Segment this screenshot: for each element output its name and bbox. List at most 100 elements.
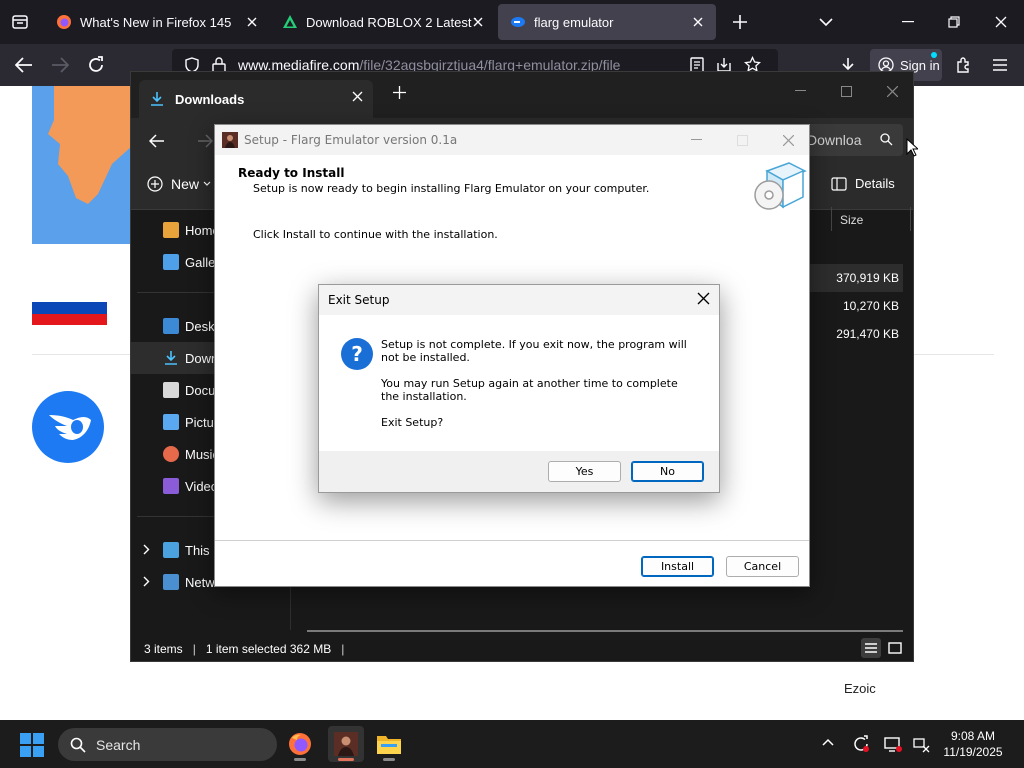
network-disconnected-icon[interactable] xyxy=(912,735,930,753)
details-label: Details xyxy=(855,176,895,191)
music-icon xyxy=(163,446,179,462)
download-arrow-icon xyxy=(151,92,163,106)
restore-icon[interactable] xyxy=(942,10,966,34)
cancel-button[interactable]: Cancel xyxy=(726,556,799,577)
yes-button[interactable]: Yes xyxy=(548,461,621,482)
running-indicator xyxy=(338,758,354,761)
russia-flag-image xyxy=(32,291,107,325)
horizontal-scrollbar[interactable] xyxy=(307,630,903,632)
selection-info: 1 item selected 362 MB xyxy=(205,642,332,656)
tab-label: flarg emulator xyxy=(534,14,614,30)
install-box-icon xyxy=(753,157,807,213)
flarg-app-icon xyxy=(334,732,358,756)
chevron-right-icon[interactable] xyxy=(143,544,150,555)
install-button[interactable]: Install xyxy=(641,556,714,577)
desktop-icon xyxy=(163,318,179,334)
home-icon xyxy=(163,222,179,238)
question-mark-icon: ? xyxy=(341,338,373,370)
ad-label[interactable]: Ezoic xyxy=(844,681,876,696)
file-size: 10,270 KB xyxy=(842,299,899,313)
tab-whats-new[interactable]: What's New in Firefox 145 xyxy=(44,4,270,40)
system-clock[interactable]: 9:08 AM 11/19/2025 xyxy=(938,728,1008,760)
running-indicator xyxy=(383,758,395,761)
tab-flarg-emulator[interactable]: flarg emulator xyxy=(498,4,716,40)
setup-title: Setup - Flarg Emulator version 0.1a xyxy=(244,133,458,147)
file-size: 370,919 KB xyxy=(836,271,899,285)
setup-subheading: Setup is now ready to begin installing F… xyxy=(253,182,650,195)
gallery-icon xyxy=(163,254,179,270)
back-arrow-icon[interactable] xyxy=(12,53,36,77)
close-tab-icon[interactable] xyxy=(468,12,488,32)
minimize-icon[interactable] xyxy=(777,78,823,104)
windows-start-icon[interactable] xyxy=(20,733,44,757)
taskbar-flarg-setup[interactable] xyxy=(328,726,364,762)
browser-tab-bar: What's New in Firefox 145 Download ROBLO… xyxy=(0,0,1024,44)
no-button[interactable]: No xyxy=(631,461,704,482)
tiles-view-icon[interactable] xyxy=(885,638,905,658)
setup-instruction: Click Install to continue with the insta… xyxy=(253,228,498,241)
list-all-tabs-icon[interactable] xyxy=(814,10,838,34)
extensions-icon[interactable] xyxy=(952,53,976,77)
close-icon[interactable] xyxy=(869,78,915,104)
minimize-icon[interactable] xyxy=(896,10,920,34)
tab-label: What's New in Firefox 145 xyxy=(80,14,232,30)
details-pane-button[interactable]: Details xyxy=(831,176,895,191)
setup-button-bar: Install Cancel xyxy=(215,541,809,586)
sync-icon[interactable] xyxy=(852,735,870,753)
exit-dialog-titlebar: Exit Setup xyxy=(319,285,719,315)
maximize-icon[interactable] xyxy=(823,78,869,104)
explorer-titlebar: Downloads xyxy=(131,72,913,118)
chevron-down-icon xyxy=(203,181,211,186)
clock-date: 11/19/2025 xyxy=(943,745,1003,759)
taskbar-search-box[interactable]: Search xyxy=(58,728,277,761)
exit-dialog-button-bar: Yes No xyxy=(319,451,719,492)
tab-roblox[interactable]: Download ROBLOX 2 Latest Ver xyxy=(270,4,496,40)
tab-label: Download ROBLOX 2 Latest Ver xyxy=(306,14,476,30)
clock-time: 9:08 AM xyxy=(950,729,996,743)
plus-circle-icon xyxy=(147,176,163,192)
back-arrow-icon[interactable] xyxy=(149,134,165,148)
forward-arrow-icon[interactable] xyxy=(48,53,72,77)
explorer-status-bar: 3 items | 1 item selected 362 MB | xyxy=(131,636,913,662)
maximize-icon[interactable] xyxy=(732,132,752,148)
apkpure-icon xyxy=(283,15,297,28)
running-indicator xyxy=(294,758,306,761)
documents-icon xyxy=(163,382,179,398)
close-icon[interactable] xyxy=(778,132,798,148)
windows-taskbar: Search 9:08 AM 11/19/2025 xyxy=(0,720,1024,768)
firefox-icon xyxy=(289,733,311,755)
taskbar-firefox[interactable] xyxy=(282,726,318,762)
file-size: 291,470 KB xyxy=(836,327,899,341)
new-button-label: New xyxy=(171,176,200,192)
mediafire-logo-icon[interactable] xyxy=(32,391,104,463)
search-icon xyxy=(880,133,893,146)
close-icon[interactable] xyxy=(697,292,710,305)
flarg-app-icon xyxy=(222,132,238,148)
close-icon[interactable] xyxy=(989,10,1013,34)
search-icon xyxy=(70,737,86,753)
details-view-icon[interactable] xyxy=(861,638,881,658)
forward-arrow-icon[interactable] xyxy=(197,134,213,148)
display-icon[interactable] xyxy=(884,735,902,753)
taskbar-file-explorer[interactable] xyxy=(371,726,407,762)
size-column-header[interactable]: Size xyxy=(831,207,911,231)
network-icon xyxy=(163,574,179,590)
close-tab-icon[interactable] xyxy=(688,12,708,32)
new-tab-icon[interactable] xyxy=(393,86,406,99)
exit-warning-text: Setup is not complete. If you exit now, … xyxy=(381,338,687,364)
chevron-right-icon[interactable] xyxy=(143,576,150,587)
minimize-icon[interactable] xyxy=(686,132,706,148)
close-tab-icon[interactable] xyxy=(352,91,363,102)
new-button[interactable]: New xyxy=(147,176,211,192)
reload-icon[interactable] xyxy=(84,53,108,77)
explorer-tab-downloads[interactable]: Downloads xyxy=(139,80,373,118)
exit-setup-dialog: Exit Setup ? Setup is not complete. If y… xyxy=(318,284,720,493)
folder-icon xyxy=(377,736,401,754)
new-tab-icon[interactable] xyxy=(728,10,752,34)
hamburger-menu-icon[interactable] xyxy=(988,53,1012,77)
close-tab-icon[interactable] xyxy=(242,12,262,32)
exit-question-text: Exit Setup? xyxy=(381,416,444,429)
chevron-up-icon[interactable] xyxy=(822,738,834,746)
search-placeholder: Downloa xyxy=(807,132,862,148)
firefox-view-icon[interactable] xyxy=(8,10,32,34)
